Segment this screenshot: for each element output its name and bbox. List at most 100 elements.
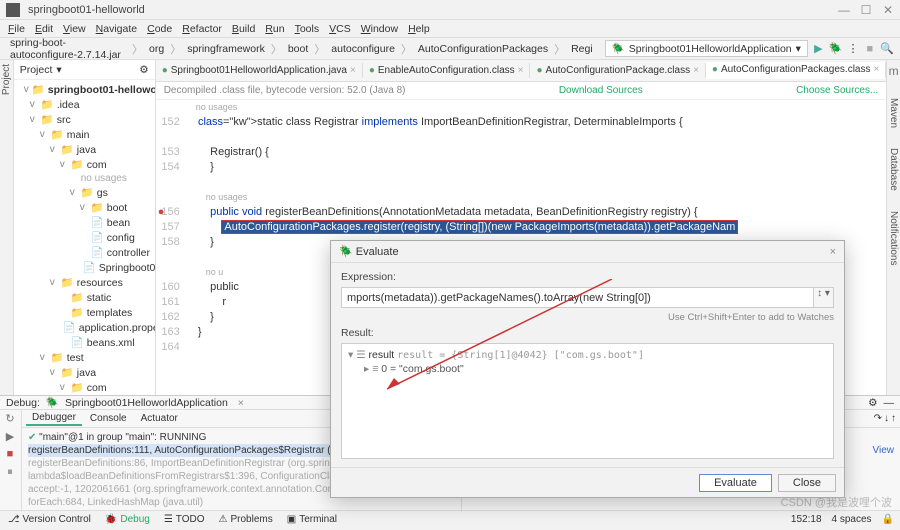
status-tab-terminal[interactable]: ▣Terminal	[285, 514, 339, 525]
caret-position: 152:18	[791, 514, 822, 525]
tree-node[interactable]: v📁gs	[24, 185, 155, 200]
notifications-tab[interactable]: Notifications	[888, 211, 899, 265]
close-button[interactable]: ✕	[882, 4, 894, 16]
close-icon[interactable]: ×	[350, 65, 356, 76]
breadcrumb-item[interactable]: boot	[284, 42, 312, 56]
tree-node[interactable]: v📁com	[24, 380, 155, 395]
maximize-button[interactable]: ☐	[860, 4, 872, 16]
tree-node[interactable]: v📁src	[24, 112, 155, 127]
step-out-icon[interactable]: ↑	[891, 413, 896, 424]
dropdown-icon[interactable]: ▾	[56, 64, 61, 76]
menu-vcs[interactable]: VCS	[327, 23, 353, 35]
tab-actuator[interactable]: Actuator	[135, 412, 184, 425]
gutter[interactable]: 152153154156157158160161162163164	[156, 100, 186, 395]
dialog-title-bar[interactable]: 🪲 Evaluate ×	[331, 241, 844, 263]
menu-view[interactable]: View	[61, 23, 88, 35]
stop-button[interactable]: ■	[2, 448, 18, 464]
breadcrumb-item[interactable]: Regi	[567, 42, 597, 56]
step-over-icon[interactable]: ↷	[874, 413, 882, 424]
minimize-icon[interactable]: —	[884, 397, 895, 409]
resume-button[interactable]: ▶	[2, 430, 18, 446]
run-config-selector[interactable]: 🪲 Springboot01HelloworldApplication ▾	[605, 40, 808, 57]
step-into-icon[interactable]: ↓	[884, 413, 889, 424]
menu-run[interactable]: Run	[263, 23, 286, 35]
menu-file[interactable]: File	[6, 23, 27, 35]
more-run-icon[interactable]: ⋮	[847, 42, 860, 56]
tree-node[interactable]: 📄application.properties	[24, 320, 155, 335]
decompile-banner: Decompiled .class file, bytecode version…	[156, 82, 887, 100]
menu-help[interactable]: Help	[406, 23, 432, 35]
project-tool-tab[interactable]: Project	[1, 64, 12, 95]
status-tab-version-control[interactable]: ⎇Version Control	[6, 514, 93, 525]
pause-button[interactable]: ⏸	[2, 466, 18, 482]
menu-navigate[interactable]: Navigate	[94, 23, 139, 35]
tree-node[interactable]: 📄beans.xml	[24, 335, 155, 350]
editor-tab[interactable]: ●EnableAutoConfiguration.class ×	[363, 63, 531, 78]
minimize-button[interactable]: —	[838, 4, 850, 16]
result-item[interactable]: ▸ ≡ 0 = "com.gs.boot"	[348, 362, 827, 376]
project-tree[interactable]: v📁 springboot01-helloworld D:\Code\IdeaP…	[14, 80, 155, 395]
tree-root[interactable]: v📁 springboot01-helloworld D:\Code\IdeaP…	[24, 82, 155, 97]
tree-node[interactable]: v📁.idea	[24, 97, 155, 112]
tree-node[interactable]: v📁java	[24, 142, 155, 157]
search-icon[interactable]: 🔍	[880, 42, 894, 56]
tree-node[interactable]: 📄Springboot01Hellow	[24, 260, 155, 275]
breadcrumb-item[interactable]: AutoConfigurationPackages	[414, 42, 552, 56]
breadcrumb-item[interactable]: spring-boot-autoconfigure-2.7.14.jar	[6, 36, 130, 62]
editor-tab[interactable]: ●AutoConfigurationPackage.class ×	[530, 63, 705, 78]
download-sources-link[interactable]: Download Sources	[559, 85, 643, 96]
tree-node[interactable]: 📄config	[24, 230, 155, 245]
tree-node[interactable]: v📁boot	[24, 200, 155, 215]
tree-node[interactable]: v📁java	[24, 365, 155, 380]
close-button[interactable]: Close	[778, 474, 836, 492]
tree-node[interactable]: 📄bean	[24, 215, 155, 230]
result-tree[interactable]: ▾ ☰ result result = {String[1]@4042} ["c…	[341, 343, 834, 459]
choose-sources-link[interactable]: Choose Sources...	[796, 85, 878, 96]
menu-build[interactable]: Build	[230, 23, 257, 35]
tab-debugger[interactable]: Debugger	[26, 411, 82, 426]
right-gutter: m Maven Database Notifications	[886, 60, 900, 395]
tab-console[interactable]: Console	[84, 412, 133, 425]
tree-node[interactable]: v📁test	[24, 350, 155, 365]
tree-node[interactable]: no usages	[24, 172, 155, 185]
close-icon[interactable]: ×	[238, 397, 244, 409]
database-tab[interactable]: Database	[888, 148, 899, 191]
menu-tools[interactable]: Tools	[293, 23, 322, 35]
menu-code[interactable]: Code	[145, 23, 174, 35]
run-button[interactable]: ▶	[812, 42, 825, 56]
evaluate-button[interactable]: Evaluate	[699, 474, 772, 492]
dialog-close-icon[interactable]: ×	[830, 246, 836, 258]
editor-tab[interactable]: ●AutoConfigurationPackages.class ×	[706, 62, 886, 79]
tree-node[interactable]: 📁static	[24, 290, 155, 305]
view-link[interactable]: View	[873, 445, 895, 456]
close-icon[interactable]: ×	[518, 65, 524, 76]
editor-tabs: ●Springboot01HelloworldApplication.java …	[156, 60, 887, 82]
tree-node[interactable]: 📄controller	[24, 245, 155, 260]
breadcrumb-item[interactable]: springframework	[183, 42, 269, 56]
gear-icon[interactable]: ⚙	[868, 397, 877, 409]
maven-tab[interactable]: Maven	[888, 98, 899, 128]
tree-node[interactable]: 📁templates	[24, 305, 155, 320]
app-icon	[6, 3, 20, 17]
tree-node[interactable]: v📁com	[24, 157, 155, 172]
status-tab-todo[interactable]: ☰TODO	[162, 514, 207, 525]
breadcrumb-item[interactable]: autoconfigure	[327, 42, 399, 56]
menu-window[interactable]: Window	[359, 23, 400, 35]
tree-node[interactable]: v📁resources	[24, 275, 155, 290]
breadcrumb-item[interactable]: org	[145, 42, 168, 56]
status-tab-problems[interactable]: ⚠Problems	[217, 514, 275, 525]
result-root[interactable]: ▾ ☰ result result = {String[1]@4042} ["c…	[348, 348, 827, 362]
expression-input[interactable]: mports(metadata)).getPackageNames().toAr…	[341, 287, 814, 308]
menu-refactor[interactable]: Refactor	[180, 23, 224, 35]
stop-button[interactable]: ■	[863, 42, 876, 56]
rerun-button[interactable]: ↻	[2, 412, 18, 428]
status-tab-debug[interactable]: 🐞Debug	[103, 514, 152, 525]
gear-icon[interactable]: ⚙	[139, 64, 148, 76]
editor-tab[interactable]: ●Springboot01HelloworldApplication.java …	[156, 63, 363, 78]
debug-button[interactable]: 🪲	[829, 42, 843, 56]
tree-node[interactable]: v📁main	[24, 127, 155, 142]
close-icon[interactable]: ×	[693, 65, 699, 76]
close-icon[interactable]: ×	[873, 64, 879, 75]
history-dropdown[interactable]: ↕ ▾	[814, 287, 834, 308]
menu-edit[interactable]: Edit	[33, 23, 55, 35]
